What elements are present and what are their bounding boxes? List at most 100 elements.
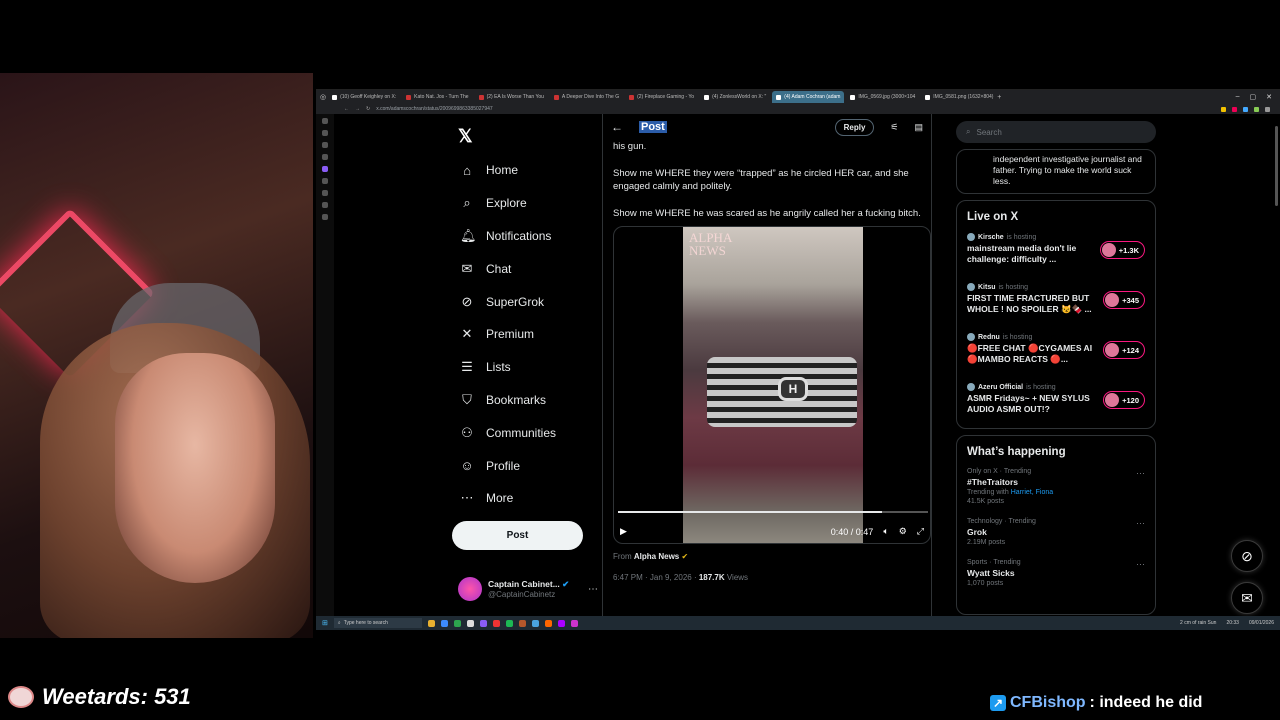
nav-premium[interactable]: ✕ Premium bbox=[452, 318, 602, 351]
extension-icon[interactable] bbox=[1232, 106, 1237, 112]
extension-icon[interactable] bbox=[1221, 106, 1226, 112]
taskbar-app-icon[interactable] bbox=[557, 619, 565, 627]
nav-lists[interactable]: ☰ Lists bbox=[452, 351, 602, 384]
reload-icon[interactable]: ↻ bbox=[366, 106, 370, 112]
more-icon[interactable]: ⋯ bbox=[1136, 518, 1145, 529]
more-icon[interactable]: ⋯ bbox=[1136, 559, 1145, 570]
live-listeners-pill[interactable]: +120 bbox=[1103, 391, 1145, 409]
weather-widget[interactable]: 2 cm of rain Sun bbox=[1180, 620, 1216, 626]
filter-icon[interactable]: ⚟ bbox=[890, 122, 898, 133]
reply-button[interactable]: Reply bbox=[834, 118, 875, 136]
forward-nav-icon[interactable]: → bbox=[355, 106, 360, 112]
back-arrow-icon[interactable]: ← bbox=[611, 120, 623, 134]
reader-icon[interactable]: ▤ bbox=[914, 122, 923, 133]
browser-tab[interactable]: A Deeper Dive Into The G bbox=[550, 91, 623, 103]
sidebar-app-icon[interactable] bbox=[322, 166, 328, 172]
grok-icon[interactable]: ⊘ bbox=[1231, 540, 1263, 572]
scrollbar[interactable] bbox=[1275, 126, 1278, 206]
more-icon[interactable]: ⋯ bbox=[1136, 468, 1145, 479]
clock-date[interactable]: 09/01/2026 bbox=[1249, 620, 1274, 626]
browser-sidebar bbox=[316, 114, 334, 623]
more-icon[interactable]: ⋯ bbox=[588, 584, 598, 595]
taskbar-app-icon[interactable] bbox=[466, 619, 474, 627]
taskbar-app-icon[interactable] bbox=[505, 619, 513, 627]
taskbar-app-icon[interactable] bbox=[492, 619, 500, 627]
video-progress-bar[interactable] bbox=[618, 511, 928, 513]
browser-tab[interactable]: (2) EA Is Worse Than You bbox=[475, 91, 548, 103]
settings-gear-icon[interactable]: ⚙ bbox=[899, 526, 907, 537]
trend-related-links[interactable]: Harriet, Fiona bbox=[1011, 489, 1053, 496]
source-link[interactable]: Alpha News bbox=[634, 552, 679, 561]
sidebar-app-icon[interactable] bbox=[322, 130, 328, 136]
sidebar-app-icon[interactable] bbox=[322, 154, 328, 160]
nav-chat[interactable]: ✉ Chat bbox=[452, 252, 602, 285]
nav-more[interactable]: ⋯ More bbox=[452, 482, 602, 515]
extension-icon[interactable] bbox=[1243, 106, 1248, 112]
account-switcher[interactable]: Captain Cabinet... ✔ @CaptainCabinetz ⋯ bbox=[458, 577, 598, 601]
fullscreen-icon[interactable]: ⤢ bbox=[917, 526, 924, 537]
browser-menu-icon[interactable]: ◎ bbox=[320, 93, 326, 101]
sidebar-app-icon[interactable] bbox=[322, 202, 328, 208]
taskbar-app-icon[interactable] bbox=[440, 619, 448, 627]
sidebar-app-icon[interactable] bbox=[322, 214, 328, 220]
live-item[interactable]: Azeru Official is hosting ASMR Fridays~ +… bbox=[967, 383, 1145, 420]
taskbar-app-icon[interactable] bbox=[453, 619, 461, 627]
minimize-icon[interactable]: – bbox=[1236, 93, 1240, 101]
windows-start-icon[interactable]: ⊞ bbox=[322, 619, 328, 627]
browser-tab[interactable]: IMG_0581.png (1632×804) bbox=[921, 91, 995, 103]
browser-tab[interactable]: (10) Geoff Keighley on X: bbox=[328, 91, 400, 103]
clock-time[interactable]: 20:33 bbox=[1226, 620, 1239, 626]
nav-bookmarks[interactable]: ⛉ Bookmarks bbox=[452, 384, 602, 417]
search-input[interactable]: ⌕ Search bbox=[956, 121, 1156, 143]
play-icon[interactable]: ▶ bbox=[620, 526, 627, 537]
extension-icon[interactable] bbox=[1254, 106, 1259, 112]
sidebar-app-icon[interactable] bbox=[322, 142, 328, 148]
taskbar-search[interactable]: ⌕ Type here to search bbox=[333, 618, 422, 628]
trend-item[interactable]: Sports · Trending Wyatt Sicks 1,070 post… bbox=[967, 559, 1145, 587]
sidebar-app-icon[interactable] bbox=[322, 118, 328, 124]
taskbar-app-icon[interactable] bbox=[531, 619, 539, 627]
compose-post-button[interactable]: Post bbox=[452, 520, 583, 550]
nav-communities[interactable]: ⚇ Communities bbox=[452, 416, 602, 449]
taskbar-app-icon[interactable] bbox=[479, 619, 487, 627]
taskbar-app-icon[interactable] bbox=[427, 619, 435, 627]
live-item[interactable]: Kitsu is hosting FIRST TIME FRACTURED BUT… bbox=[967, 283, 1145, 320]
messages-icon[interactable]: ✉ bbox=[1231, 582, 1263, 614]
profile-bio: independent investigative journalist and… bbox=[993, 154, 1142, 186]
profile-bio-card: independent investigative journalist and… bbox=[956, 149, 1156, 194]
browser-tab[interactable]: Kato Nat. Jos - Turn The bbox=[402, 91, 472, 103]
nav-supergrok[interactable]: ⊘ SuperGrok bbox=[452, 285, 602, 318]
live-item[interactable]: Rednu is hosting 🔴FREE CHAT 🔴CYGAMES AI 🔴… bbox=[967, 333, 1145, 370]
browser-tab[interactable]: IMG_0569.jpg (3000×104 bbox=[846, 91, 919, 103]
sidebar-app-icon[interactable] bbox=[322, 190, 328, 196]
x-logo-icon[interactable]: 𝕏 bbox=[458, 126, 602, 146]
nav-explore[interactable]: ⌕ Explore bbox=[452, 187, 602, 220]
live-listeners-pill[interactable]: +345 bbox=[1103, 291, 1145, 309]
browser-tab-active[interactable]: (4) Adam Cochran (adam bbox=[772, 91, 845, 103]
car-badge: H bbox=[778, 377, 808, 401]
sidebar-app-icon[interactable] bbox=[322, 178, 328, 184]
nav-notifications[interactable]: 🔔︎ Notifications bbox=[452, 220, 602, 253]
trend-item[interactable]: Technology · Trending Grok 2.19M posts ⋯ bbox=[967, 518, 1145, 546]
youtube-favicon-icon bbox=[629, 94, 635, 100]
extension-icon[interactable] bbox=[1265, 106, 1270, 112]
taskbar-app-icon[interactable] bbox=[570, 619, 578, 627]
nav-home[interactable]: ⌂ Home bbox=[452, 154, 602, 187]
video-player[interactable]: ALPHA NEWS H ▶ 0:40 / 0:47 🔈︎ ⚙ ⤢ bbox=[613, 226, 931, 544]
close-icon[interactable]: ✕ bbox=[1266, 93, 1272, 101]
nav-profile[interactable]: ☺ Profile bbox=[452, 449, 602, 482]
browser-tab[interactable]: (2) Fireplace Gaming - Yo bbox=[625, 91, 698, 103]
taskbar-app-icon[interactable] bbox=[518, 619, 526, 627]
live-listeners-pill[interactable]: +1.3K bbox=[1099, 241, 1145, 259]
maximize-icon[interactable]: ▢ bbox=[1250, 93, 1257, 101]
taskbar-app-icon[interactable] bbox=[544, 619, 552, 627]
back-nav-icon[interactable]: ← bbox=[344, 106, 349, 112]
url-field[interactable]: x.com/adamscochran/status/20096998633850… bbox=[376, 106, 492, 112]
post-timestamp[interactable]: 6:47 PM · Jan 9, 2026 · bbox=[613, 573, 699, 582]
trend-item[interactable]: Only on X · Trending #TheTraitors Trendi… bbox=[967, 468, 1145, 505]
browser-tab[interactable]: (4) ZonlessWorld on X: " bbox=[700, 91, 770, 103]
live-item[interactable]: Kirsche is hosting mainstream media don't… bbox=[967, 233, 1145, 270]
volume-icon[interactable]: 🔈︎ bbox=[883, 526, 888, 537]
new-tab-icon[interactable]: + bbox=[997, 94, 1001, 101]
live-listeners-pill[interactable]: +124 bbox=[1103, 341, 1145, 359]
